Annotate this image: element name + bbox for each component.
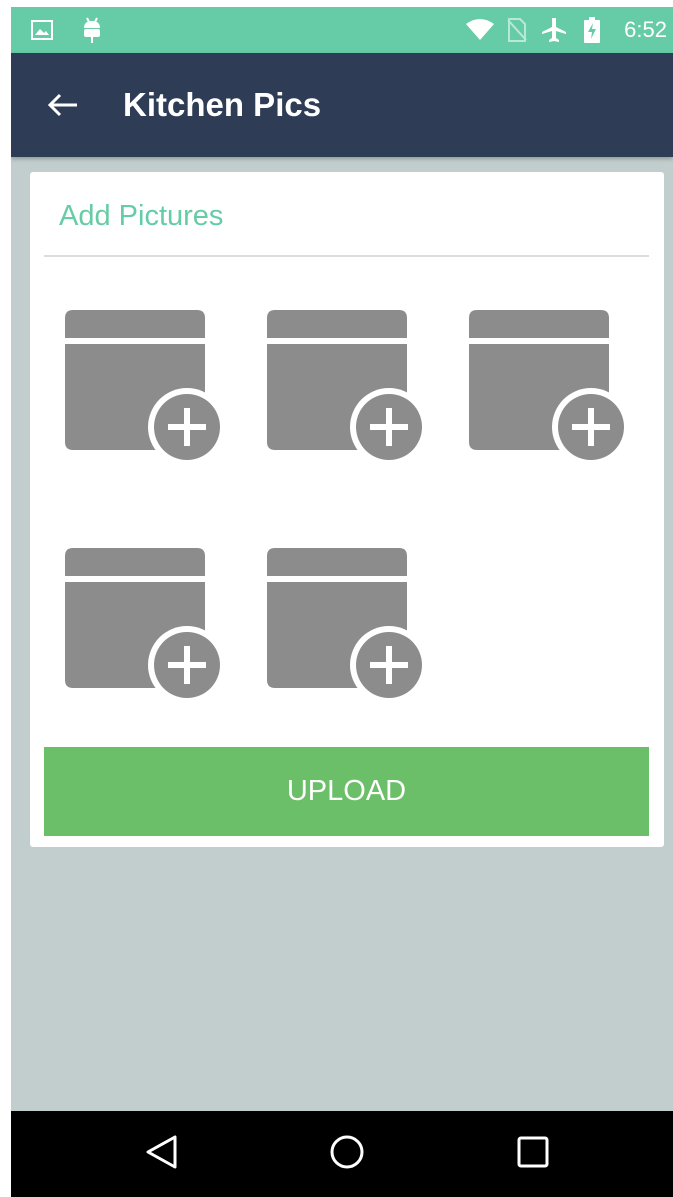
upload-button[interactable]: UPLOAD <box>44 747 649 836</box>
add-photo-icon <box>267 310 431 470</box>
add-picture-slot-4[interactable] <box>65 548 229 708</box>
recents-square-icon <box>517 1136 549 1173</box>
home-circle-icon <box>329 1134 365 1175</box>
nav-home-button[interactable] <box>297 1111 397 1197</box>
add-picture-slot-1[interactable] <box>65 310 229 470</box>
back-button[interactable] <box>35 79 91 135</box>
system-nav-bar <box>11 1111 673 1197</box>
add-picture-slot-3[interactable] <box>469 310 633 470</box>
add-photo-icon <box>469 310 633 470</box>
add-photo-icon <box>267 548 431 708</box>
card-header: Add Pictures <box>59 200 224 232</box>
wifi-icon <box>463 7 497 53</box>
status-bar: 6:52 <box>11 7 673 53</box>
back-triangle-icon <box>144 1134 178 1175</box>
add-photo-icon <box>65 310 229 470</box>
add-picture-slot-2[interactable] <box>267 310 431 470</box>
nav-back-button[interactable] <box>111 1111 211 1197</box>
add-photo-icon <box>65 548 229 708</box>
header-divider <box>44 255 649 257</box>
arrow-back-icon <box>47 93 79 122</box>
nav-recents-button[interactable] <box>483 1111 583 1197</box>
add-pictures-card: Add Pictures UPLOAD <box>30 172 664 847</box>
app-screen: 6:52 Kitchen Pics Add Pictures UPLOAD <box>11 7 673 1197</box>
no-sim-icon <box>503 7 531 53</box>
status-time: 6:52 <box>624 17 667 42</box>
battery-charging-icon <box>579 7 605 53</box>
app-toolbar: Kitchen Pics <box>11 53 673 157</box>
android-debug-icon <box>77 7 107 53</box>
airplane-icon <box>539 7 569 53</box>
gallery-icon <box>27 7 57 53</box>
page-title: Kitchen Pics <box>123 86 322 123</box>
add-picture-slot-5[interactable] <box>267 548 431 708</box>
